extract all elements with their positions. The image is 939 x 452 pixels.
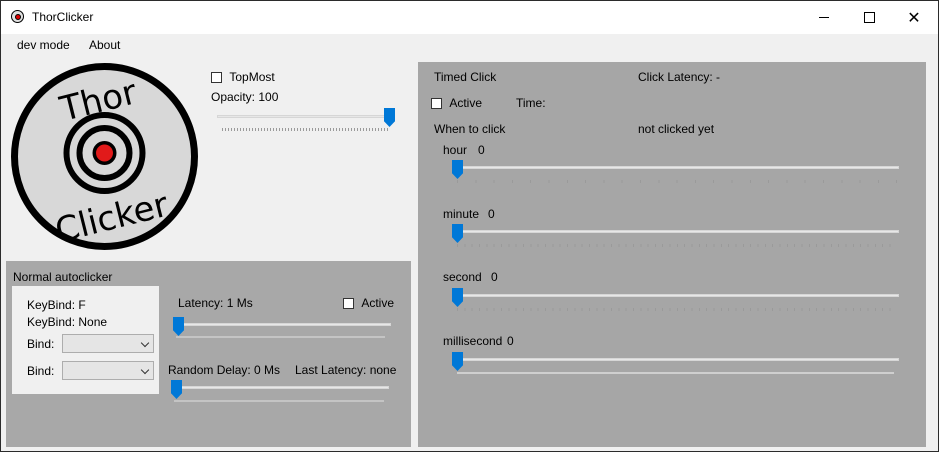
app-icon	[11, 10, 24, 23]
latency-label: Latency: 1 Ms	[178, 296, 253, 310]
minute-slider-ticks	[457, 244, 897, 247]
minute-value: 0	[488, 207, 495, 221]
random-delay-slider-baseline	[174, 400, 384, 402]
topmost-checkbox-row[interactable]: TopMost	[211, 70, 275, 84]
active-checkbox-row[interactable]: Active	[343, 296, 394, 310]
close-icon: ✕	[907, 9, 921, 27]
close-button[interactable]: ✕	[891, 1, 937, 34]
topmost-label: TopMost	[229, 70, 275, 84]
second-slider-track[interactable]	[452, 294, 899, 297]
random-delay-slider-thumb[interactable]	[171, 380, 182, 399]
opacity-label: Opacity: 100	[211, 90, 279, 104]
timed-active-checkbox-row[interactable]: Active	[431, 96, 482, 110]
topmost-checkbox[interactable]	[211, 72, 222, 84]
bind-1-combobox[interactable]	[62, 334, 154, 353]
random-delay-label: Random Delay: 0 Ms	[168, 363, 281, 377]
keybind-1-label: KeyBind: F	[27, 298, 86, 312]
app-window: ThorClicker ✕ dev mode About Thor Clicke…	[0, 0, 939, 452]
second-slider-thumb[interactable]	[452, 288, 463, 307]
minimize-icon	[819, 17, 829, 18]
hour-value: 0	[478, 143, 485, 157]
last-latency-label: Last Latency: none	[295, 363, 397, 377]
millisecond-slider-track[interactable]	[452, 358, 899, 361]
timed-click-panel: Timed Click Click Latency: - Active Time…	[418, 62, 926, 447]
keybind-box: KeyBind: F KeyBind: None Bind: Bind:	[12, 286, 159, 394]
click-latency-label: Click Latency: -	[638, 70, 721, 84]
maximize-button[interactable]	[846, 1, 892, 34]
bind-2-label: Bind:	[27, 364, 55, 378]
opacity-slider-ticks	[222, 128, 390, 131]
second-label: second	[443, 270, 482, 284]
bind-1-label: Bind:	[27, 337, 55, 351]
latency-slider-baseline	[176, 336, 385, 338]
title-bar[interactable]: ThorClicker ✕	[1, 1, 938, 34]
opacity-slider-thumb[interactable]	[384, 108, 395, 127]
minimize-button[interactable]	[801, 1, 847, 34]
hour-slider-track[interactable]	[452, 166, 899, 169]
random-delay-slider-track[interactable]	[171, 386, 389, 389]
when-to-click-label: When to click	[434, 122, 506, 136]
timed-active-label: Active	[449, 96, 483, 110]
chevron-down-icon	[140, 338, 150, 348]
minute-label: minute	[443, 207, 480, 221]
chevron-down-icon	[140, 365, 150, 375]
minute-slider-thumb[interactable]	[452, 224, 463, 243]
keybind-2-label: KeyBind: None	[27, 315, 108, 329]
normal-autoclicker-panel: Normal autoclicker KeyBind: F KeyBind: N…	[6, 261, 411, 447]
normal-active-checkbox[interactable]	[343, 298, 354, 310]
opacity-slider-track[interactable]	[217, 115, 393, 118]
menu-dev-mode[interactable]: dev mode	[17, 38, 70, 52]
millisecond-slider-thumb[interactable]	[452, 352, 463, 371]
latency-slider-track[interactable]	[173, 323, 391, 326]
hour-label: hour	[443, 143, 468, 157]
click-status: not clicked yet	[638, 122, 715, 136]
second-slider-ticks	[457, 308, 897, 311]
normal-active-label: Active	[361, 296, 395, 310]
millisecond-label: millisecond	[443, 334, 503, 348]
minute-slider-track[interactable]	[452, 230, 899, 233]
millisecond-slider-baseline	[457, 372, 894, 374]
latency-slider-thumb[interactable]	[173, 317, 184, 336]
time-label: Time:	[516, 96, 546, 110]
maximize-icon	[863, 12, 875, 23]
millisecond-value: 0	[507, 334, 514, 348]
timed-panel-title: Timed Click	[434, 70, 497, 84]
window-title: ThorClicker	[32, 10, 94, 24]
timed-active-checkbox[interactable]	[431, 98, 442, 110]
menu-bar: dev mode About	[1, 34, 938, 56]
bind-2-combobox[interactable]	[62, 361, 154, 380]
thor-clicker-logo: Thor Clicker	[11, 63, 198, 251]
second-value: 0	[491, 270, 498, 284]
hour-slider-thumb[interactable]	[452, 160, 463, 179]
hour-slider-ticks	[457, 180, 897, 183]
menu-about[interactable]: About	[89, 38, 120, 52]
normal-panel-title: Normal autoclicker	[13, 270, 113, 284]
